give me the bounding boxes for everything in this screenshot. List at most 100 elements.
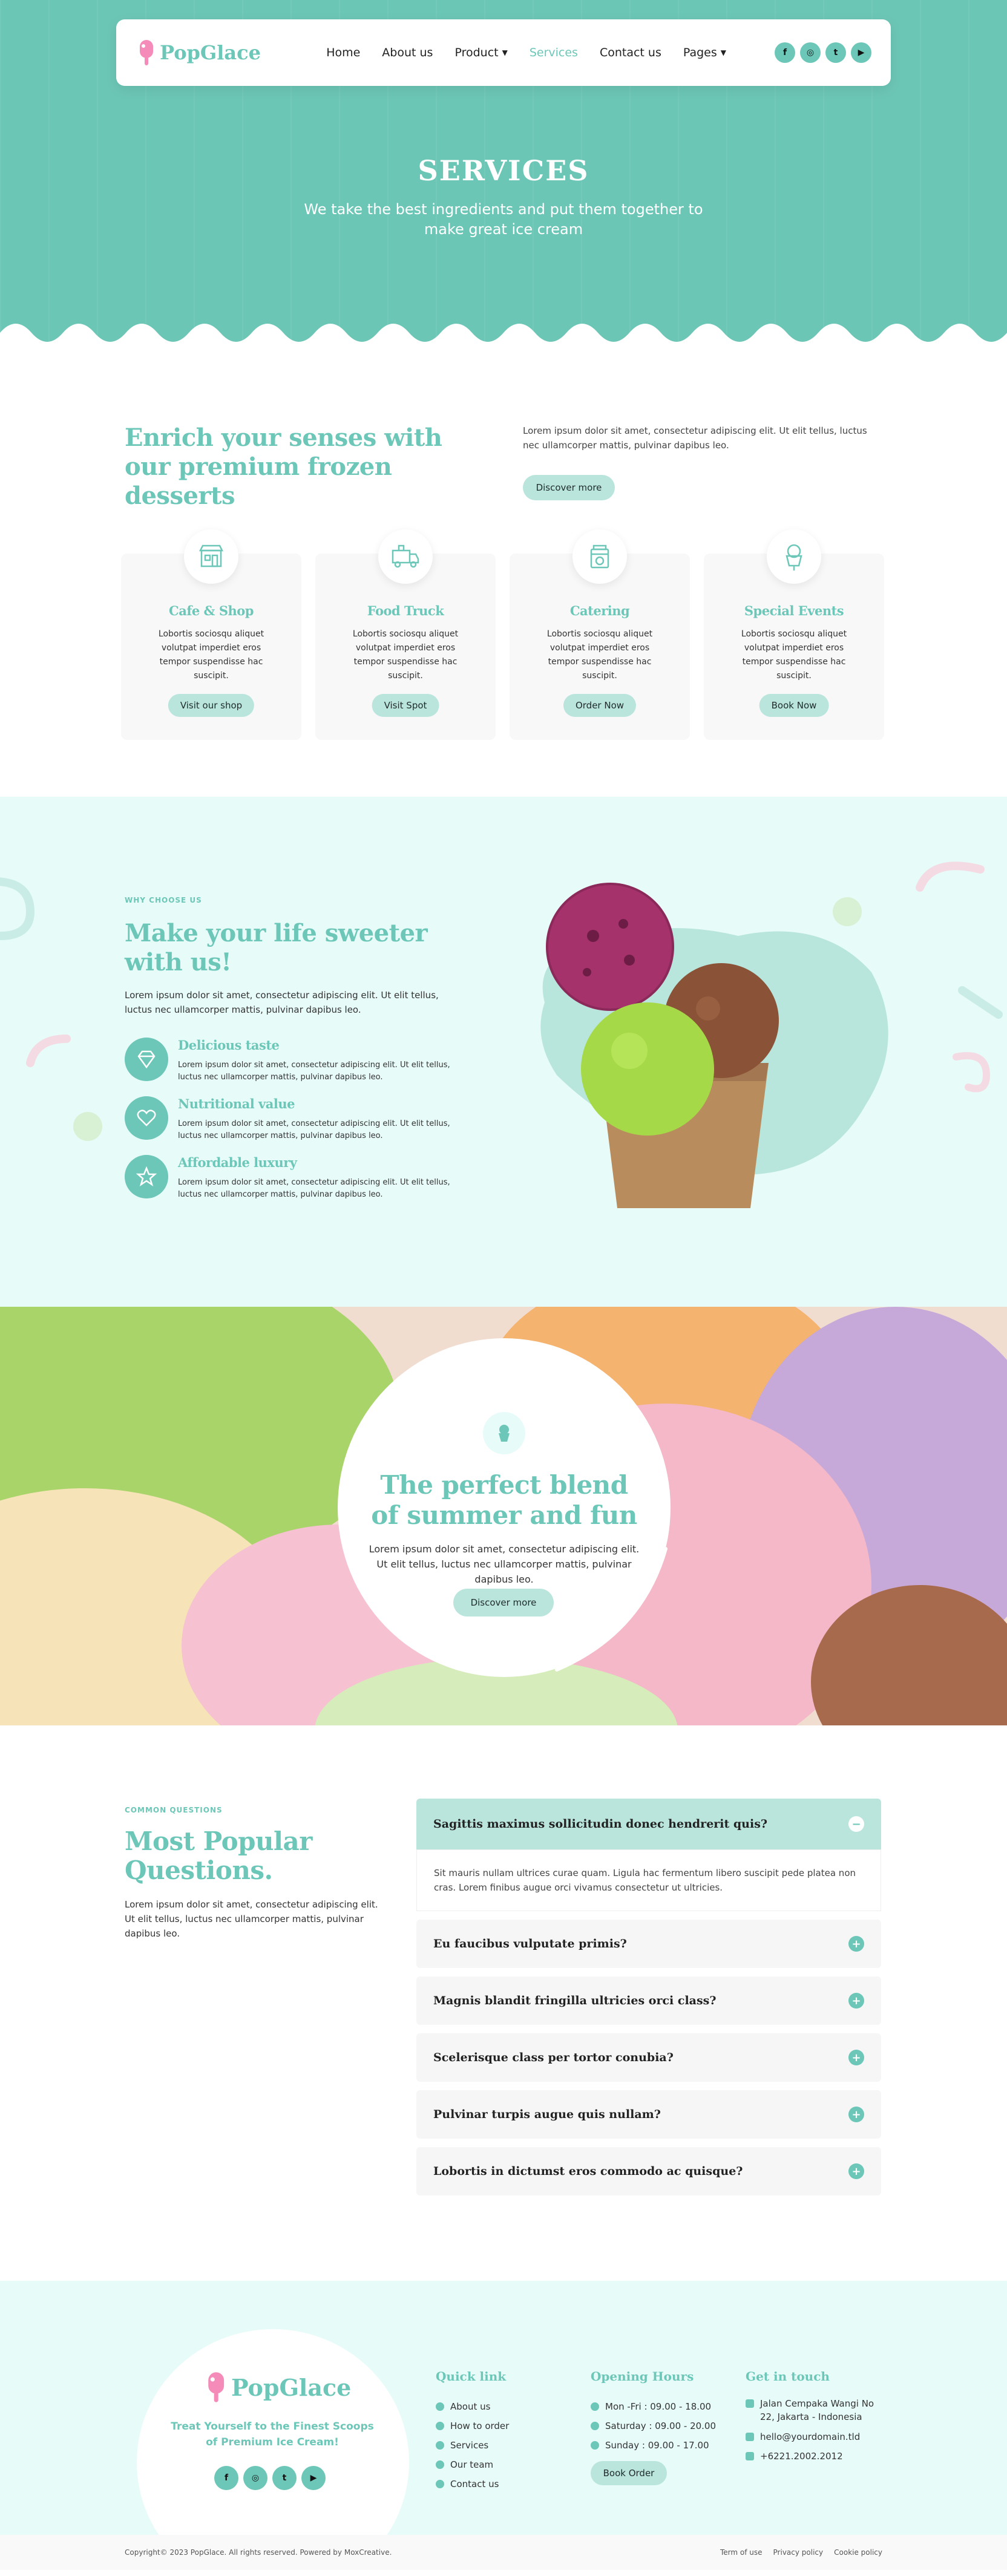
nav-item-product[interactable]: Product ▼ xyxy=(454,46,507,59)
footer-social: f ◎ t ▶ xyxy=(214,2466,326,2490)
feature-text: Lorem ipsum dolor sit amet, consectetur … xyxy=(178,1061,450,1082)
faq-question: Scelerisque class per tortor conubia? xyxy=(433,2051,674,2064)
nav-item-about[interactable]: About us xyxy=(382,46,433,59)
faq-item[interactable]: Pulvinar turpis augue quis nullam? + xyxy=(416,2090,881,2139)
ice-cream-bullet-icon xyxy=(436,2460,444,2469)
nav-label: Services xyxy=(529,46,578,59)
legal-links: Term of use Privacy policy Cookie policy xyxy=(720,2548,882,2557)
catering-icon xyxy=(572,529,627,584)
book-order-button[interactable]: Book Order xyxy=(591,2461,667,2485)
service-card-events: Special Events Lobortis sociosqu aliquet… xyxy=(704,529,884,740)
faq-item[interactable]: Scelerisque class per tortor conubia? + xyxy=(416,2033,881,2082)
contact-email[interactable]: hello@yourdomain.tld xyxy=(746,2427,891,2447)
section-text: Lorem ipsum dolor sit amet, consectetur … xyxy=(369,1543,640,1585)
footer-column-title: Opening Hours xyxy=(591,2369,694,2384)
minus-icon[interactable]: − xyxy=(848,1816,864,1832)
plus-icon[interactable]: + xyxy=(848,1993,864,2009)
footer-column-title: Get in touch xyxy=(746,2369,830,2384)
ice-cream-cup-image xyxy=(540,883,888,1208)
footer-opening-hours: Opening Hours Mon -Fri : 09.00 - 18.00 S… xyxy=(591,2369,716,2485)
facebook-icon[interactable]: f xyxy=(775,42,795,63)
terms-link[interactable]: Term of use xyxy=(720,2548,763,2557)
section-title: Enrich your senses with our premium froz… xyxy=(125,423,442,510)
decorative-swirl-icon xyxy=(958,986,1003,1019)
nav-label: Home xyxy=(326,46,361,59)
decorative-swirl-icon xyxy=(0,877,35,940)
clock-icon xyxy=(591,2441,599,2450)
ice-cream-bullet-icon xyxy=(436,2402,444,2411)
faq-answer: Sit mauris nullam ultrices curae quam. L… xyxy=(416,1849,881,1911)
ice-cream-bullet-icon xyxy=(436,2480,444,2488)
footer-link[interactable]: Contact us xyxy=(436,2474,509,2494)
footer-logo[interactable]: PopGlace xyxy=(203,2370,351,2404)
decorative-dot-icon xyxy=(73,1112,102,1141)
card-title: Cafe & Shop xyxy=(169,603,254,618)
shop-icon xyxy=(184,529,238,584)
footer-link[interactable]: Services xyxy=(436,2436,509,2455)
instagram-icon[interactable]: ◎ xyxy=(800,42,821,63)
faq-section: COMMON QUESTIONS Most Popular Questions.… xyxy=(0,1725,1007,2281)
card-title: Special Events xyxy=(744,603,844,618)
youtube-icon[interactable]: ▶ xyxy=(301,2466,326,2490)
twitter-icon[interactable]: t xyxy=(272,2466,297,2490)
diamond-icon xyxy=(125,1038,168,1081)
clock-icon xyxy=(591,2422,599,2430)
discover-more-button[interactable]: Discover more xyxy=(453,1589,554,1617)
faq-question: Sagittis maximus sollicitudin donec hend… xyxy=(433,1817,768,1831)
location-icon xyxy=(746,2399,754,2408)
footer: PopGlace Treat Yourself to the Finest Sc… xyxy=(0,2281,1007,2570)
visit-our-shop-button[interactable]: Visit our shop xyxy=(168,694,255,717)
facebook-icon[interactable]: f xyxy=(214,2466,238,2490)
footer-contact: Get in touch Jalan Cempaka Wangi No 22, … xyxy=(746,2369,891,2466)
section-eyebrow: COMMON QUESTIONS xyxy=(125,1806,223,1814)
twitter-icon[interactable]: t xyxy=(825,42,846,63)
privacy-link[interactable]: Privacy policy xyxy=(773,2548,824,2557)
faq-question: Eu faucibus vulputate primis? xyxy=(433,1937,627,1950)
nav-item-contact[interactable]: Contact us xyxy=(600,46,661,59)
cookie-link[interactable]: Cookie policy xyxy=(834,2548,882,2557)
logo[interactable]: PopGlace xyxy=(136,39,261,67)
card-text: Lobortis sociosqu aliquet volutpat imper… xyxy=(546,629,653,681)
section-title: The perfect blend of summer and fun xyxy=(371,1470,637,1530)
faq-item[interactable]: Eu faucibus vulputate primis? + xyxy=(416,1920,881,1968)
clock-icon xyxy=(591,2402,599,2411)
visit-spot-button[interactable]: Visit Spot xyxy=(372,694,439,717)
service-card-catering: Catering Lobortis sociosqu aliquet volut… xyxy=(510,529,690,740)
contact-phone[interactable]: +6221.2002.2012 xyxy=(746,2447,891,2466)
navbar: PopGlace Home About us Product ▼ Services… xyxy=(116,19,891,86)
bottom-bar: Copyright© 2023 PopGlace. All rights res… xyxy=(0,2535,1007,2570)
hours-item: Saturday : 09.00 - 20.00 xyxy=(591,2416,716,2436)
nav-item-pages[interactable]: Pages ▼ xyxy=(683,46,726,59)
youtube-icon[interactable]: ▶ xyxy=(851,42,871,63)
discover-more-button[interactable]: Discover more xyxy=(523,475,615,500)
instagram-icon[interactable]: ◎ xyxy=(243,2466,267,2490)
nav-label: Product xyxy=(454,46,499,59)
section-title: Most Popular Questions. xyxy=(125,1826,312,1885)
star-icon xyxy=(125,1155,168,1198)
section-text: Lorem ipsum dolor sit amet, consectetur … xyxy=(125,990,439,1015)
footer-link[interactable]: How to order xyxy=(436,2416,509,2436)
feature-nutrition: Nutritional value Lorem ipsum dolor sit … xyxy=(125,1096,464,1145)
feature-title: Nutritional value xyxy=(178,1096,295,1111)
faq-item[interactable]: Sagittis maximus sollicitudin donec hend… xyxy=(416,1799,881,1849)
plus-icon[interactable]: + xyxy=(848,2107,864,2122)
nav-label: About us xyxy=(382,46,433,59)
faq-item[interactable]: Lobortis in dictumst eros commodo ac qui… xyxy=(416,2147,881,2195)
footer-link[interactable]: About us xyxy=(436,2397,509,2416)
nav-item-services[interactable]: Services xyxy=(530,46,578,59)
plus-icon[interactable]: + xyxy=(848,2163,864,2179)
plus-icon[interactable]: + xyxy=(848,2050,864,2065)
faq-item[interactable]: Magnis blandit fringilla ultricies orci … xyxy=(416,1976,881,2025)
card-title: Catering xyxy=(569,603,630,618)
plus-icon[interactable]: + xyxy=(848,1936,864,1952)
hours-item: Mon -Fri : 09.00 - 18.00 xyxy=(591,2397,716,2416)
footer-link[interactable]: Our team xyxy=(436,2455,509,2474)
nav-item-home[interactable]: Home xyxy=(326,46,360,59)
feature-luxury: Affordable luxury Lorem ipsum dolor sit … xyxy=(125,1155,464,1203)
ice-cream-cup-icon xyxy=(767,529,821,584)
order-now-button[interactable]: Order Now xyxy=(563,694,637,717)
service-card-cafe: Cafe & Shop Lobortis sociosqu aliquet vo… xyxy=(121,529,301,740)
book-now-button[interactable]: Book Now xyxy=(759,694,829,717)
card-text: Lobortis sociosqu aliquet volutpat imper… xyxy=(352,629,459,681)
faq-list: Sagittis maximus sollicitudin donec hend… xyxy=(416,1799,881,2204)
